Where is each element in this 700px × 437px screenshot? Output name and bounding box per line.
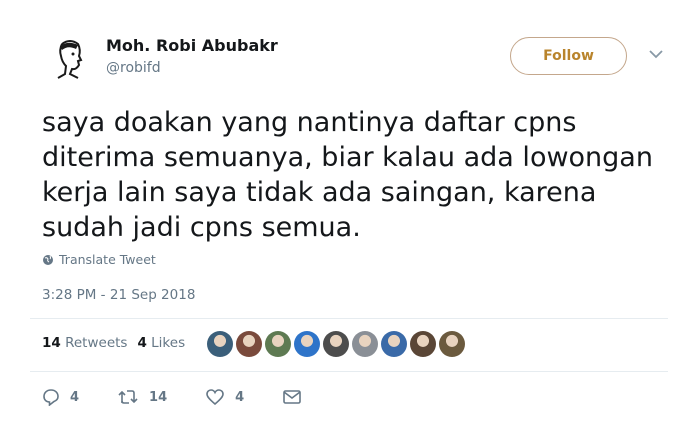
avatar-sketch-icon: [57, 40, 83, 79]
liker-avatar[interactable]: [323, 331, 349, 357]
avatar[interactable]: [48, 36, 92, 80]
reply-button[interactable]: 4: [42, 388, 79, 406]
liker-avatar[interactable]: [410, 331, 436, 357]
liker-avatar[interactable]: [352, 331, 378, 357]
follow-button[interactable]: Follow: [510, 37, 627, 75]
translate-tweet-link[interactable]: Translate Tweet: [42, 252, 156, 267]
retweets-count: 14: [42, 335, 61, 351]
retweet-count: 14: [149, 389, 168, 405]
like-button[interactable]: 4: [205, 388, 244, 406]
tweet-actions: 4 14 4: [42, 388, 340, 406]
tweet-text: saya doakan yang nantinya daftar cpns di…: [42, 107, 653, 243]
retweet-icon: [118, 390, 138, 404]
retweet-button[interactable]: 14: [117, 388, 167, 406]
likes-stat[interactable]: 4 Likes: [137, 335, 185, 351]
reply-count: 4: [70, 389, 80, 405]
divider: [30, 318, 668, 319]
reply-icon: [43, 389, 59, 406]
retweets-label: Retweets: [65, 335, 128, 351]
direct-message-button[interactable]: [282, 389, 302, 405]
author-name[interactable]: Moh. Robi Abubakr: [106, 36, 278, 55]
likes-label: Likes: [151, 335, 186, 351]
liker-avatar[interactable]: [294, 331, 320, 357]
liker-avatar[interactable]: [236, 331, 262, 357]
tweet-timestamp[interactable]: 3:28 PM - 21 Sep 2018: [42, 287, 195, 303]
chevron-down-icon[interactable]: [647, 48, 665, 60]
retweets-stat[interactable]: 14 Retweets: [42, 335, 127, 351]
divider: [30, 371, 668, 372]
liker-avatar[interactable]: [207, 331, 233, 357]
tweet-stats: 14 Retweets 4 Likes: [42, 335, 185, 351]
heart-icon: [206, 389, 224, 406]
author-handle[interactable]: @robifd: [106, 60, 161, 76]
liker-avatar[interactable]: [265, 331, 291, 357]
liker-avatar[interactable]: [439, 331, 465, 357]
liker-avatar[interactable]: [381, 331, 407, 357]
globe-icon: [43, 254, 53, 265]
like-count: 4: [235, 389, 245, 405]
envelope-icon: [283, 390, 301, 404]
liker-avatars: [207, 331, 465, 357]
likes-count: 4: [137, 335, 147, 351]
translate-tweet-label: Translate Tweet: [59, 252, 156, 267]
